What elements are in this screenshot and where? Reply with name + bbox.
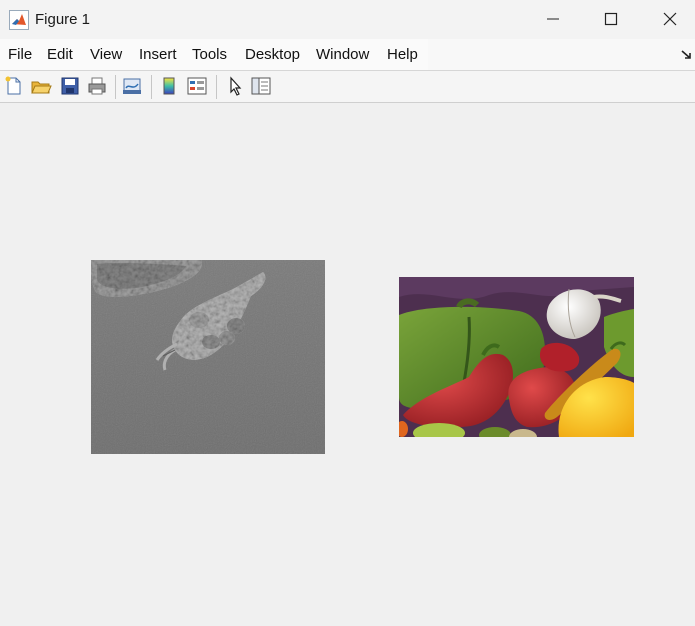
dock-figure-icon[interactable] bbox=[681, 49, 693, 61]
menu-edit[interactable]: Edit bbox=[47, 46, 73, 63]
save-icon bbox=[61, 77, 79, 95]
menu-desktop[interactable]: Desktop bbox=[245, 46, 300, 63]
menu-insert[interactable]: Insert bbox=[139, 46, 177, 63]
window-title: Figure 1 bbox=[35, 11, 91, 28]
new-figure-button[interactable] bbox=[3, 75, 25, 97]
maximize-icon bbox=[604, 12, 618, 26]
menu-bar: File Edit View Insert Tools Desktop Wind… bbox=[0, 39, 695, 71]
edit-plot-pointer-icon bbox=[230, 76, 242, 96]
toolbar-separator bbox=[115, 75, 116, 99]
save-button[interactable] bbox=[59, 75, 81, 97]
close-button[interactable] bbox=[647, 0, 693, 39]
title-bar: Figure 1 bbox=[0, 0, 695, 39]
maximize-button[interactable] bbox=[588, 0, 634, 39]
insert-colorbar-button[interactable] bbox=[158, 75, 180, 97]
property-inspector-icon bbox=[251, 77, 271, 95]
image-axes-peppers[interactable] bbox=[399, 277, 634, 437]
peppers-image bbox=[399, 277, 634, 437]
minimize-button[interactable] bbox=[530, 0, 576, 39]
image-axes-cells[interactable] bbox=[91, 260, 325, 454]
link-plot-icon bbox=[123, 78, 141, 94]
new-figure-icon bbox=[5, 76, 21, 95]
insert-colorbar-icon bbox=[163, 77, 175, 95]
close-icon bbox=[663, 12, 677, 26]
edit-plot-button[interactable] bbox=[224, 75, 246, 97]
figure-toolbar bbox=[0, 71, 695, 103]
property-inspector-button[interactable] bbox=[250, 75, 272, 97]
insert-legend-button[interactable] bbox=[186, 75, 208, 97]
menu-window[interactable]: Window bbox=[316, 46, 369, 63]
print-button[interactable] bbox=[86, 75, 108, 97]
minimize-icon bbox=[547, 18, 559, 20]
menu-view[interactable]: View bbox=[90, 46, 122, 63]
menu-tools[interactable]: Tools bbox=[192, 46, 227, 63]
matlab-logo-icon bbox=[9, 10, 29, 30]
toolbar-separator bbox=[216, 75, 217, 99]
link-plot-button[interactable] bbox=[121, 75, 143, 97]
open-file-button[interactable] bbox=[30, 75, 52, 97]
print-icon bbox=[88, 77, 106, 95]
insert-legend-icon bbox=[187, 77, 207, 95]
cell-microscopy-image bbox=[91, 260, 325, 454]
toolbar-separator bbox=[151, 75, 152, 99]
menu-file[interactable]: File bbox=[8, 46, 32, 63]
menu-help[interactable]: Help bbox=[387, 46, 418, 63]
open-file-icon bbox=[31, 81, 52, 94]
